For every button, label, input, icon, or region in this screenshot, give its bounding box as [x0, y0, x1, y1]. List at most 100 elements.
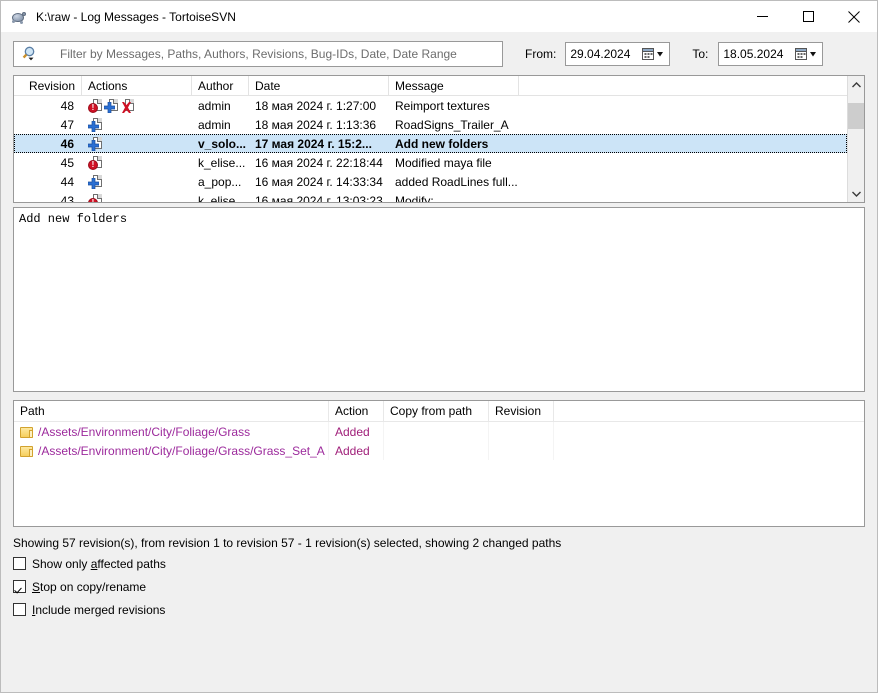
revision-list-scrollbar[interactable] — [847, 76, 864, 202]
revision-cell: 43 — [60, 193, 74, 203]
author-cell: k_elise... — [198, 155, 246, 170]
to-date-field[interactable]: 18.05.2024 — [718, 42, 824, 66]
column-header-action[interactable]: Action — [329, 401, 384, 421]
author-cell: k_elise... — [198, 193, 246, 203]
column-header-author[interactable]: Author — [192, 76, 249, 95]
revision-rows: 48! admin 18 мая 2024 г. 1:27:00 Reimport t… — [14, 96, 847, 202]
checkbox-label-1[interactable]: Stop on copy/rename — [32, 580, 146, 594]
checkbox-label-0[interactable]: Show only affected paths — [32, 557, 166, 571]
checkbox-1[interactable] — [13, 580, 26, 593]
options-group: Show only affected paths Stop on copy/ren… — [13, 554, 865, 619]
changed-paths-list[interactable]: Path Action Copy from path Revision /Ass… — [13, 400, 865, 527]
from-date-value[interactable]: 29.04.2024 — [566, 47, 630, 61]
message-cell: added RoadLines full... — [395, 174, 518, 189]
path-row[interactable]: /Assets/Environment/City/Foliage/Grass Ad… — [14, 422, 864, 441]
checkbox-label-2[interactable]: Include merged revisions — [32, 603, 165, 617]
actions-cell — [82, 172, 192, 191]
message-cell: Add new folders — [395, 136, 489, 151]
checkbox-2[interactable] — [13, 603, 26, 616]
modified-icon: ! — [88, 98, 102, 113]
path-rows: /Assets/Environment/City/Foliage/Grass Ad… — [14, 422, 864, 526]
column-header-filler — [519, 76, 847, 95]
action-icon-group: ! — [82, 193, 102, 202]
deleted-icon — [120, 98, 134, 113]
date-cell: 18 мая 2024 г. 1:27:00 — [255, 98, 377, 113]
actions-cell — [82, 134, 192, 153]
filter-input-container[interactable]: Filter by Messages, Paths, Authors, Revi… — [13, 41, 503, 67]
action-cell: Added — [329, 441, 384, 460]
close-button[interactable] — [831, 1, 877, 32]
path-text: /Assets/Environment/City/Foliage/Grass/G… — [38, 443, 325, 458]
search-input[interactable]: Filter by Messages, Paths, Authors, Revi… — [48, 47, 457, 61]
checkbox-row-1[interactable]: Stop on copy/rename — [13, 577, 865, 596]
author-cell: v_solo... — [198, 136, 247, 151]
checkbox-row-2[interactable]: Include merged revisions — [13, 600, 865, 619]
commit-message-box[interactable]: Add new folders — [13, 207, 865, 392]
action-icon-group — [82, 136, 102, 151]
path-revision-cell — [489, 422, 554, 441]
revision-list[interactable]: Revision Actions Author Date Message 48!… — [13, 75, 865, 203]
actions-cell: ! — [82, 96, 192, 115]
to-calendar-button[interactable] — [793, 46, 819, 62]
column-header-copy-from-path[interactable]: Copy from path — [384, 401, 489, 421]
column-header-message[interactable]: Message — [389, 76, 519, 95]
window-title: K:\raw - Log Messages - TortoiseSVN — [36, 9, 236, 24]
author-cell: admin — [198, 98, 231, 113]
copy-from-path-cell — [384, 441, 489, 460]
revision-row[interactable]: 46 v_solo... 17 мая 2024 г. 15:2... Add new… — [14, 134, 847, 153]
added-icon — [87, 136, 102, 151]
column-header-path[interactable]: Path — [14, 401, 329, 421]
message-cell: Modified maya file — [395, 155, 492, 170]
date-cell: 16 мая 2024 г. 13:03:23 — [255, 193, 383, 203]
message-cell: Modify: — [395, 193, 434, 203]
row-filler — [519, 191, 847, 202]
revision-cell: 48 — [60, 98, 74, 113]
search-icon[interactable] — [14, 42, 48, 66]
revision-cell: 44 — [60, 174, 74, 189]
message-cell: RoadSigns_Trailer_A — [395, 117, 509, 132]
revision-row[interactable]: 48! admin 18 мая 2024 г. 1:27:00 Reimport t… — [14, 96, 847, 115]
scrollbar-thumb[interactable] — [848, 103, 864, 129]
actions-cell: ! — [82, 153, 192, 172]
scroll-up-icon[interactable] — [848, 76, 864, 93]
commit-message-text: Add new folders — [19, 212, 128, 226]
scrollbar-track[interactable] — [848, 93, 864, 185]
row-filler — [519, 134, 847, 153]
filter-row: Filter by Messages, Paths, Authors, Revi… — [1, 33, 877, 75]
changed-paths-inner: Path Action Copy from path Revision /Ass… — [14, 401, 864, 526]
row-filler — [519, 172, 847, 191]
action-icon-group: ! — [82, 98, 134, 113]
from-calendar-button[interactable] — [640, 46, 666, 62]
scroll-down-icon[interactable] — [848, 185, 864, 202]
revision-row[interactable]: 43! k_elise... 16 мая 2024 г. 13:03:23 Modi… — [14, 191, 847, 202]
turtle-icon — [11, 9, 27, 25]
minimize-button[interactable] — [739, 1, 785, 32]
folder-icon — [20, 426, 34, 438]
revision-row[interactable]: 44 a_pop... 16 мая 2024 г. 14:33:34 added R… — [14, 172, 847, 191]
to-date-value[interactable]: 18.05.2024 — [719, 47, 783, 61]
column-header-path-revision[interactable]: Revision — [489, 401, 554, 421]
path-cell: /Assets/Environment/City/Foliage/Grass — [14, 422, 329, 441]
revision-row[interactable]: 47 admin 18 мая 2024 г. 1:13:36 RoadSigns_T… — [14, 115, 847, 134]
path-list-header: Path Action Copy from path Revision — [14, 401, 864, 422]
column-header-date[interactable]: Date — [249, 76, 389, 95]
date-cell: 18 мая 2024 г. 1:13:36 — [255, 117, 377, 132]
revision-row[interactable]: 45! k_elise... 16 мая 2024 г. 22:18:44 Modi… — [14, 153, 847, 172]
column-header-revision[interactable]: Revision — [14, 76, 82, 95]
maximize-button[interactable] — [785, 1, 831, 32]
path-row-filler — [554, 441, 864, 460]
column-header-actions[interactable]: Actions — [82, 76, 192, 95]
action-text: Added — [335, 443, 370, 458]
action-text: Added — [335, 424, 370, 439]
added-icon — [87, 174, 102, 189]
from-date-field[interactable]: 29.04.2024 — [565, 42, 671, 66]
action-cell: Added — [329, 422, 384, 441]
path-row[interactable]: /Assets/Environment/City/Foliage/Grass/G… — [14, 441, 864, 460]
date-cell: 16 мая 2024 г. 14:33:34 — [255, 174, 383, 189]
copy-from-path-cell — [384, 422, 489, 441]
action-icon-group: ! — [82, 155, 102, 170]
checkbox-0[interactable] — [13, 557, 26, 570]
titlebar: K:\raw - Log Messages - TortoiseSVN — [1, 1, 877, 33]
checkbox-row-0[interactable]: Show only affected paths — [13, 554, 865, 573]
row-filler — [519, 153, 847, 172]
